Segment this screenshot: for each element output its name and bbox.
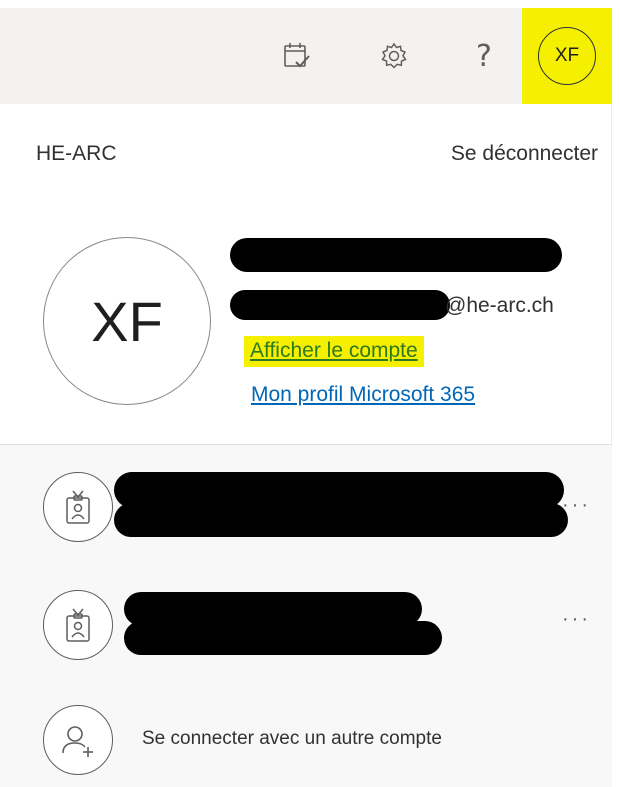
m365-profile-link[interactable]: Mon profil Microsoft 365 <box>251 383 475 407</box>
help-button[interactable]: ? <box>466 38 502 74</box>
gear-icon[interactable] <box>376 38 412 74</box>
profile-avatar: XF <box>43 237 211 405</box>
badge-icon <box>66 608 90 642</box>
profile-initials: XF <box>91 289 163 353</box>
add-person-icon <box>62 726 93 757</box>
account-manager-button[interactable]: XF <box>522 8 612 104</box>
account-avatar <box>43 590 113 660</box>
view-account-link[interactable]: Afficher le compte <box>244 336 424 367</box>
organization-name: HE-ARC <box>36 142 117 165</box>
avatar: XF <box>538 27 596 85</box>
header-bar: ? XF <box>0 8 612 104</box>
badge-icon <box>66 490 90 524</box>
avatar-initials: XF <box>554 45 580 66</box>
redacted-email-user <box>230 290 450 320</box>
more-options-button[interactable]: ··· <box>562 494 591 517</box>
account-avatar <box>43 472 113 542</box>
more-options-button[interactable]: ··· <box>562 608 591 631</box>
sign-out-link[interactable]: Se déconnecter <box>451 142 598 166</box>
add-account-avatar[interactable] <box>43 705 113 775</box>
help-icon: ? <box>476 38 492 74</box>
redacted-account-email <box>124 621 442 655</box>
email-domain: @he-arc.ch <box>445 294 554 317</box>
redacted-name <box>230 238 562 272</box>
redacted-account-email <box>114 503 568 537</box>
sign-in-other-account-link[interactable]: Se connecter avec un autre compte <box>142 728 442 750</box>
calendar-check-icon[interactable] <box>279 38 315 74</box>
